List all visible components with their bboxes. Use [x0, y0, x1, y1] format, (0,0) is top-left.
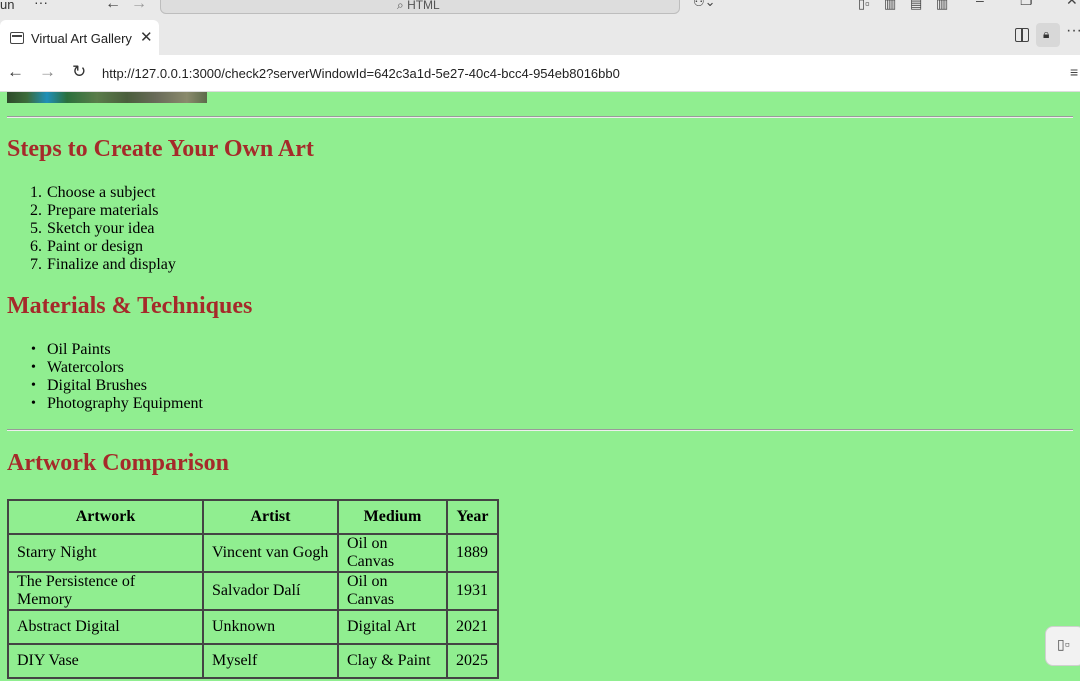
layout-grid-icon[interactable]: ▯▫ [858, 0, 870, 12]
table-cell: Unknown [203, 610, 338, 644]
table-cell: 2025 [447, 644, 498, 678]
titlebar-search-text: ⌕ HTML [397, 0, 440, 12]
layout-split-icon[interactable]: ▥ [936, 0, 948, 12]
materials-list: • Oil Paints • Watercolors • Digital Brushes •… [0, 341, 203, 413]
table-cell: Oil on Canvas [338, 534, 447, 572]
titlebar-search-box[interactable]: ⌕ HTML [160, 0, 680, 14]
step-text: Sketch your idea [47, 220, 155, 237]
step-number: 6. [30, 238, 42, 255]
titlebar-app-text: un [0, 0, 15, 12]
reading-list-icon[interactable]: ≡ [1070, 64, 1078, 80]
step-number: 2. [30, 202, 42, 219]
titlebar-back-icon[interactable]: ← [105, 0, 121, 13]
window-close-icon[interactable]: ✕ [1066, 0, 1078, 9]
table-cell: Salvador Dalí [203, 572, 338, 610]
page-viewport: Steps to Create Your Own Art 1. Choose a … [0, 92, 1080, 681]
divider [7, 116, 1073, 118]
column-header: Artwork [8, 500, 203, 534]
step-number: 5. [30, 220, 42, 237]
tab-virtual-art-gallery[interactable]: Virtual Art Gallery ✕ [0, 20, 159, 55]
steps-heading: Steps to Create Your Own Art [7, 136, 314, 162]
table-cell: Starry Night [8, 534, 203, 572]
lock-button[interactable]: 🔒︎ [1036, 23, 1060, 47]
material-text: Watercolors [47, 359, 124, 376]
table-cell: Myself [203, 644, 338, 678]
minimize-icon[interactable]: – [976, 0, 984, 8]
table-cell: 1889 [447, 534, 498, 572]
table-row: DIY Vase Myself Clay & Paint 2025 [8, 644, 498, 678]
material-text: Digital Brushes [47, 377, 147, 394]
reload-button[interactable]: ↻ [72, 62, 86, 82]
step-text: Prepare materials [47, 202, 159, 219]
table-cell: Vincent van Gogh [203, 534, 338, 572]
step-number: 7. [30, 256, 42, 273]
split-screen-icon[interactable] [1015, 28, 1029, 42]
table-cell: Digital Art [338, 610, 447, 644]
steps-list: 1. Choose a subject 2. Prepare materials 5. S… [0, 184, 176, 274]
page-icon [10, 32, 24, 44]
materials-heading: Materials & Techniques [7, 293, 253, 319]
table-header-row: Artwork Artist Medium Year [8, 500, 498, 534]
table-row: Starry Night Vincent van Gogh Oil on Canva… [8, 534, 498, 572]
back-button[interactable]: ← [7, 62, 24, 82]
titlebar-forward-icon[interactable]: → [131, 0, 147, 13]
material-item: • Watercolors [0, 359, 203, 377]
divider [7, 429, 1073, 431]
material-text: Photography Equipment [47, 395, 203, 412]
column-header: Artist [203, 500, 338, 534]
lock-icon: 🔒︎ [1043, 27, 1050, 41]
panel-icon: ▯▫ [1057, 638, 1070, 653]
table-cell: The Persistence of Memory [8, 572, 203, 610]
step-text: Paint or design [47, 238, 143, 255]
step-number: 1. [30, 184, 42, 201]
forward-button[interactable]: → [39, 62, 56, 82]
step-item: 5. Sketch your idea [0, 220, 176, 238]
restore-icon[interactable]: ❐ [1020, 0, 1033, 9]
tab-strip: Virtual Art Gallery ✕ 🔒︎ ··· [0, 18, 1080, 55]
table-cell: DIY Vase [8, 644, 203, 678]
tab-close-icon[interactable]: ✕ [140, 28, 153, 46]
material-text: Oil Paints [47, 341, 111, 358]
step-text: Finalize and display [47, 256, 176, 273]
artwork-comparison-table: Artwork Artist Medium Year Starry Night Vinc… [7, 499, 499, 679]
material-item: • Digital Brushes [0, 377, 203, 395]
table-cell: Clay & Paint [338, 644, 447, 678]
material-item: • Photography Equipment [0, 395, 203, 413]
table-cell: Oil on Canvas [338, 572, 447, 610]
material-item: • Oil Paints [0, 341, 203, 359]
table-row: The Persistence of Memory Salvador Dalí Oi… [8, 572, 498, 610]
url-field[interactable]: http://127.0.0.1:3000/check2?serverWindo… [102, 66, 620, 81]
titlebar-more-icon[interactable]: ··· [34, 0, 48, 10]
floating-sidebar-button[interactable]: ▯▫ [1045, 626, 1080, 666]
table-cell: Abstract Digital [8, 610, 203, 644]
address-bar: ← → ↻ http://127.0.0.1:3000/check2?serve… [0, 55, 1080, 92]
table-body: Starry Night Vincent van Gogh Oil on Canva… [8, 534, 498, 678]
copilot-icon[interactable]: ⚇⌄ [693, 0, 716, 10]
bullet-icon: • [31, 378, 36, 393]
layout-sidebar-icon[interactable]: ▥ [884, 0, 896, 12]
column-header: Medium [338, 500, 447, 534]
bullet-icon: • [31, 360, 36, 375]
step-item: 6. Paint or design [0, 238, 176, 256]
comparison-heading: Artwork Comparison [7, 450, 229, 476]
window-titlebar: un ··· ← → ⌕ HTML ⚇⌄ ▯▫ ▥ ▤ ▥ – ❐ ✕ [0, 0, 1080, 18]
gallery-image [7, 92, 207, 103]
step-item: 1. Choose a subject [0, 184, 176, 202]
tab-title: Virtual Art Gallery [31, 31, 132, 46]
layout-panel-icon[interactable]: ▤ [910, 0, 922, 12]
table-cell: 2021 [447, 610, 498, 644]
bullet-icon: • [31, 396, 36, 411]
browser-menu-icon[interactable]: ··· [1066, 22, 1080, 40]
table-row: Abstract Digital Unknown Digital Art 2021 [8, 610, 498, 644]
step-item: 2. Prepare materials [0, 202, 176, 220]
table-cell: 1931 [447, 572, 498, 610]
bullet-icon: • [31, 342, 36, 357]
step-text: Choose a subject [47, 184, 156, 201]
step-item: 7. Finalize and display [0, 256, 176, 274]
column-header: Year [447, 500, 498, 534]
